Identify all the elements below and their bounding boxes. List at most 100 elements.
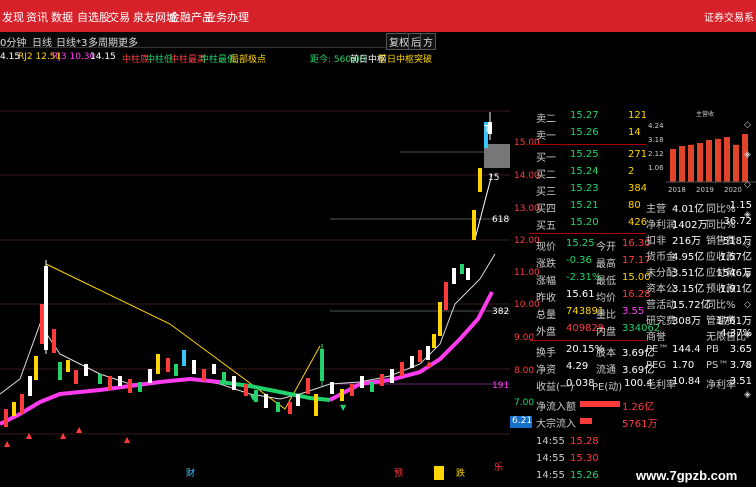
fin-cell: 3.15亿 — [672, 284, 705, 295]
side-icon[interactable]: ◇ — [744, 360, 751, 370]
event-label: 乐 — [494, 461, 503, 473]
period-toolbar: 0分钟 日线 日线*3 多周期 更多 复权 后 方 — [0, 32, 436, 50]
indicator-info-bar: 4.15 RJ2 12.51 RJ3 10.30 14.15 中柱底 中柱低 中… — [0, 50, 432, 65]
more-button[interactable]: 更多 — [118, 34, 138, 49]
period-day-x3[interactable]: 日线*3 — [56, 34, 87, 49]
menu-item-trade[interactable]: 交易 — [108, 9, 130, 25]
side-icon[interactable]: ◈ — [744, 390, 751, 400]
side-icon[interactable]: ◈ — [744, 150, 751, 160]
fin-cell: PS™ — [706, 360, 729, 371]
flow-bar — [580, 418, 592, 424]
revenue-bar — [706, 140, 712, 182]
fin-row: PEG 1.70 PS™ 3.78 — [646, 360, 756, 376]
flow-bar — [580, 401, 620, 407]
revenue-bar — [715, 138, 721, 182]
event-badge — [434, 466, 444, 480]
fin-row: 扣非 216万 销售费 518万 — [646, 232, 756, 248]
candles — [4, 112, 492, 427]
fin-row: 资本公 3.15亿 预收款 1.91亿 — [646, 280, 756, 296]
candlestick-chart[interactable]: ▲ ▲ ▲ ▲ ▲ ▼ ▼ ▲ T 15 618 382 191 财 预 跌 乐 — [0, 64, 510, 487]
fib-label-15: 15 — [488, 173, 499, 183]
fin-cell: 1402万 — [672, 220, 708, 231]
svg-text:2020: 2020 — [724, 186, 742, 194]
financial-panel: 4.24 3.18 2.12 1.06 主营收 2018 2019 2020 主… — [646, 110, 756, 487]
side-icon[interactable]: ◈ — [744, 270, 751, 280]
svg-text:▲: ▲ — [4, 439, 11, 448]
svg-text:▼: ▼ — [250, 393, 257, 402]
menu-item-watchlist[interactable]: 自选股 — [77, 9, 110, 25]
svg-text:▼: ▼ — [340, 403, 347, 412]
revenue-bar — [688, 144, 694, 182]
fin-cell: 144.4 — [672, 344, 701, 355]
svg-text:▲: ▲ — [60, 431, 67, 440]
svg-text:▲: ▲ — [426, 359, 433, 368]
fin-row: PE™ 144.4 PB 3.65 — [646, 344, 756, 360]
fin-cell: PB — [706, 344, 719, 355]
event-label: 预 — [394, 468, 403, 479]
right-sidebar: ◇ ◈ ◇ ◈ ◇ ◈ ◇ ◈ ◇ ◈ — [744, 114, 756, 414]
svg-text:2018: 2018 — [668, 186, 686, 194]
event-label: 跌 — [456, 468, 465, 479]
fin-cell: 1.70 — [672, 360, 695, 371]
side-icon[interactable]: ◇ — [744, 300, 751, 310]
top-menu-bar: 发现 资讯 数据 自选股 交易 泉友网城 金融产品 业务办理 证券交易系 — [0, 0, 756, 32]
fin-row: 商誉 无限售比 4.37% — [646, 328, 756, 344]
fin-row: 未分配 3.51亿 应付款 1546万 — [646, 264, 756, 280]
menu-item-discover[interactable]: 发现 — [2, 9, 24, 25]
direction-button[interactable]: 方 — [420, 33, 436, 50]
side-icon[interactable]: ◇ — [744, 180, 751, 190]
fin-cell: 3.51亿 — [672, 268, 705, 279]
fin-cell: 主营 — [646, 204, 666, 215]
fin-cell: 216万 — [672, 236, 702, 247]
svg-text:主营收: 主营收 — [696, 110, 714, 118]
signal-markers: ▲ ▲ ▲ ▲ ▲ ▼ ▼ ▲ — [4, 359, 433, 448]
fin-cell: 扣非 — [646, 236, 666, 247]
fin-cell: 4.95亿 — [672, 252, 705, 263]
fin-row: 研究费 308万 管理费 1761万 — [646, 312, 756, 328]
svg-text:1.06: 1.06 — [648, 164, 664, 172]
revenue-bar — [670, 149, 676, 182]
svg-text:▲: ▲ — [26, 431, 33, 440]
info-value: RJ3 10.30 — [52, 52, 96, 62]
menu-item-news[interactable]: 资讯 — [26, 9, 48, 25]
fin-row: 毛利率 10.84 净利率 3.51 — [646, 376, 756, 392]
brand-title: 证券交易系 — [704, 13, 754, 24]
watermark: www.7gpzb.com — [636, 468, 738, 483]
current-price-tag: 6.21 — [510, 416, 533, 428]
menu-item-business[interactable]: 业务办理 — [205, 9, 249, 25]
fin-cell: 4.01亿 — [672, 204, 705, 215]
period-multi[interactable]: 多周期 — [88, 34, 118, 49]
svg-text:2.12: 2.12 — [648, 150, 664, 158]
fin-cell: 10.84 — [672, 376, 701, 387]
fin-row: 货币金 4.95亿 应收款 1.57亿 — [646, 248, 756, 264]
fib-label-382: 382 — [492, 307, 509, 317]
revenue-bar — [733, 144, 739, 182]
side-icon[interactable]: ◇ — [744, 120, 751, 130]
fib-label-618: 618 — [492, 215, 509, 225]
period-minute[interactable]: 0分钟 — [0, 34, 26, 49]
fin-row: 净利润 1402万 同比% 36.72 — [646, 216, 756, 232]
revenue-bar-chart: 4.24 3.18 2.12 1.06 主营收 2018 2019 2020 — [646, 110, 756, 196]
svg-text:4.24: 4.24 — [648, 122, 664, 130]
revenue-bar — [724, 137, 730, 182]
fin-row: 主营 4.01亿 同比% 1.15 — [646, 200, 756, 216]
fin-cell: 同比% — [706, 300, 736, 311]
divider — [530, 233, 646, 234]
period-day[interactable]: 日线 — [32, 34, 52, 49]
t-marker: T — [483, 124, 491, 135]
side-icon[interactable]: ◇ — [744, 240, 751, 250]
side-icon[interactable]: ◈ — [744, 210, 751, 220]
fin-cell: 15.72亿 — [672, 300, 711, 311]
svg-text:▲: ▲ — [124, 435, 131, 444]
fin-cell: PE™ — [646, 344, 669, 355]
menu-item-data[interactable]: 数据 — [51, 9, 73, 25]
side-icon[interactable]: ◈ — [744, 330, 751, 340]
fin-cell: PEG — [646, 360, 667, 371]
fin-row: 营活动 15.72亿 同比% — [646, 296, 756, 312]
svg-text:▲: ▲ — [76, 425, 83, 434]
fin-cell: 商誉 — [646, 332, 666, 343]
svg-text:2019: 2019 — [696, 186, 714, 194]
info-value: 14.15 — [90, 52, 116, 62]
revenue-bar — [679, 146, 685, 182]
fin-cell: 308万 — [672, 316, 702, 327]
